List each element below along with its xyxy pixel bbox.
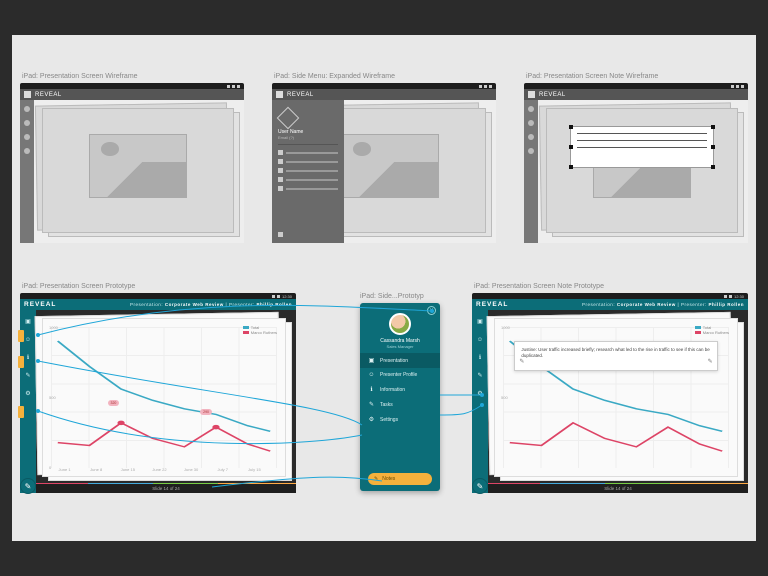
user-subtitle: Email (?): [278, 135, 338, 140]
menu-item[interactable]: [278, 157, 338, 166]
wireframe-sidemenu: REVEAL User Name Email (?): [272, 83, 496, 243]
info-icon[interactable]: ℹ: [25, 354, 32, 361]
menu-footer-icon[interactable]: [278, 232, 283, 237]
caption-pt3: iPad: Presentation Screen Note Prototype: [474, 283, 604, 290]
menu-item[interactable]: ☺ Presenter Profile: [360, 368, 440, 382]
chart-annotation: 290: [200, 409, 212, 415]
notes-fab-icon[interactable]: ✎: [472, 478, 488, 494]
sidebar-dot[interactable]: [24, 148, 30, 154]
settings-icon[interactable]: ⚙: [25, 390, 32, 397]
edit-icon[interactable]: ✎: [519, 358, 524, 366]
close-icon[interactable]: ×: [427, 306, 436, 315]
wireframe-note: REVEAL: [524, 83, 748, 243]
notes-fab-icon[interactable]: ✎: [20, 478, 36, 494]
caption-pt2: iPad: Side...Prototyp: [360, 293, 424, 300]
menu-item-label: Settings: [380, 417, 398, 423]
menu-item[interactable]: ⚙ Settings: [360, 412, 440, 427]
logo-placeholder: [24, 91, 31, 98]
tasks-icon[interactable]: ✎: [25, 372, 32, 379]
menu-item[interactable]: ▣ Presentation: [360, 353, 440, 368]
avatar[interactable]: [389, 313, 411, 335]
section-flag[interactable]: [18, 330, 24, 342]
menu-item-icon: ⚙: [368, 416, 375, 423]
user-role-label: Sales Manager: [360, 344, 440, 349]
menu-item[interactable]: [278, 184, 338, 193]
menu-item[interactable]: [278, 166, 338, 175]
menu-item-icon: ✎: [368, 401, 375, 408]
avatar-placeholder: [277, 107, 300, 130]
prototype-note: 12:30 REVEAL Presentation: Corporate Web…: [472, 293, 748, 493]
menu-item-icon: ℹ: [368, 386, 375, 393]
menu-item-label: Tasks: [380, 402, 393, 408]
note-text: Justine: User traffic increased briefly;…: [521, 347, 709, 358]
notes-button[interactable]: ✎ Notes: [368, 473, 432, 485]
caption-wf1: iPad: Presentation Screen Wireframe: [22, 73, 138, 80]
brand-label: REVEAL: [35, 92, 62, 98]
slide-stage: [42, 108, 234, 233]
menu-item[interactable]: ✎ Tasks: [360, 397, 440, 412]
wireframe-presentation: REVEAL: [20, 83, 244, 243]
menu-item[interactable]: ℹ Information: [360, 382, 440, 397]
clock: 12:30: [282, 294, 292, 299]
edit-icon[interactable]: ✎: [708, 358, 713, 366]
sidebar-dot[interactable]: [24, 120, 30, 126]
profile-icon[interactable]: ☺: [25, 336, 32, 343]
caption-wf2: iPad: Side Menu: Expanded Wireframe: [274, 73, 395, 80]
sidebar-dot[interactable]: [24, 106, 30, 112]
slide-footer: Slide 14 of 24: [36, 483, 296, 493]
note-overlay[interactable]: [570, 126, 714, 168]
prototype-presentation: 12:30 REVEAL Presentation: Corporate Web…: [20, 293, 296, 493]
pencil-icon: ✎: [374, 476, 378, 482]
side-menu-expanded[interactable]: User Name Email (?): [272, 100, 344, 243]
menu-item-icon: ☺: [368, 372, 375, 378]
presentation-icon[interactable]: ▣: [477, 318, 484, 325]
titlebar: REVEAL: [20, 89, 244, 100]
section-flag[interactable]: [18, 406, 24, 418]
menu-item[interactable]: [278, 175, 338, 184]
caption-pt1: iPad: Presentation Screen Prototype: [22, 283, 135, 290]
image-placeholder-icon: [89, 134, 188, 198]
menu-item-label: Presenter Profile: [380, 372, 417, 378]
sidebar[interactable]: [20, 100, 34, 243]
section-flag[interactable]: [18, 356, 24, 368]
presentation-icon[interactable]: ▣: [25, 318, 32, 325]
info-icon[interactable]: ℹ: [477, 354, 484, 361]
profile-icon[interactable]: ☺: [477, 336, 484, 343]
menu-item-label: Information: [380, 387, 405, 393]
menu-item-icon: ▣: [368, 357, 375, 364]
line-chart: Total Marco Ruthers 1000 500 0 June 1 Ju…: [51, 327, 277, 468]
artboard: iPad: Presentation Screen Wireframe iPad…: [12, 35, 756, 541]
prototype-sidemenu[interactable]: × Cassandra Marsh Sales Manager ▣Present…: [360, 303, 440, 491]
settings-icon[interactable]: ⚙: [477, 390, 484, 397]
menu-item[interactable]: [278, 148, 338, 157]
note-overlay[interactable]: Justine: User traffic increased briefly;…: [514, 341, 717, 371]
caption-wf3: iPad: Presentation Screen Note Wireframe: [526, 73, 658, 80]
brand-label: REVEAL: [24, 301, 56, 308]
chart-annotation: 320: [108, 400, 120, 406]
sidebar-dot[interactable]: [24, 134, 30, 140]
header-meta: Presentation: Corporate Web Review | Pre…: [130, 302, 292, 307]
menu-item-label: Presentation: [380, 358, 408, 364]
tasks-icon[interactable]: ✎: [477, 372, 484, 379]
